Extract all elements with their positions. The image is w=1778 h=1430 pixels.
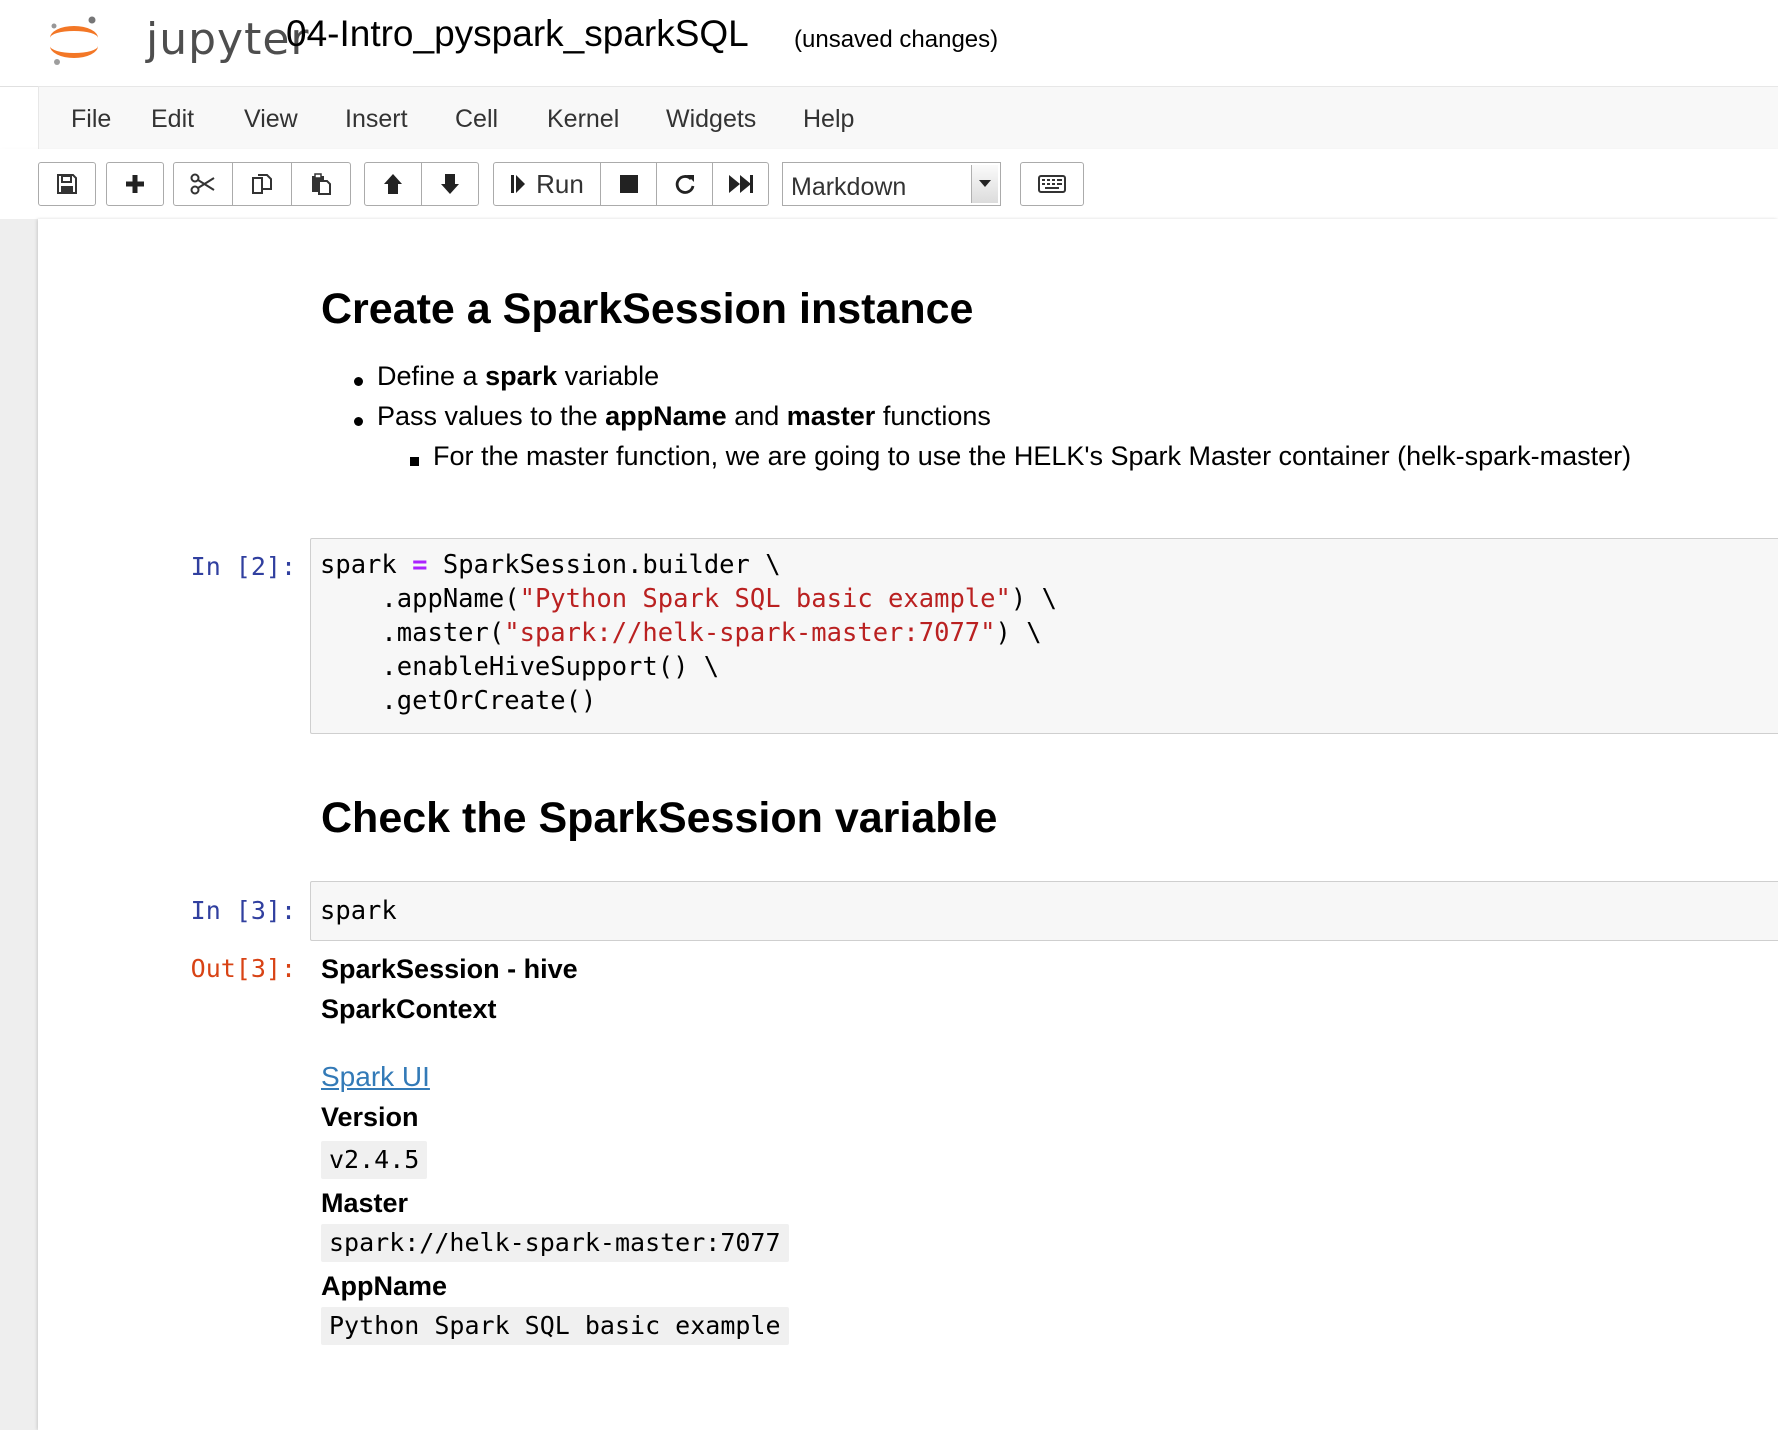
bullet [354, 377, 363, 386]
insert-cell-button[interactable] [106, 162, 164, 206]
input-prompt: In [3]: [190, 896, 296, 925]
code-line: .master("spark://helk-spark-master:7077"… [320, 618, 1042, 648]
run-all-button[interactable] [712, 162, 769, 206]
menubar: File Edit View Insert Cell Kernel Widget… [38, 86, 1778, 150]
heading-create-sparksession: Create a SparkSession instance [321, 285, 974, 333]
keyboard-icon [1038, 175, 1066, 193]
menu-cell[interactable]: Cell [455, 87, 498, 149]
toolbar: Run Markdown [0, 149, 1778, 219]
list-item: Define a spark variable [377, 361, 660, 391]
output-master-value: spark://helk-spark-master:7077 [321, 1224, 789, 1262]
code-cell-input[interactable]: spark [310, 881, 1778, 941]
code-line: .appName("Python Spark SQL basic example… [320, 584, 1057, 614]
step-forward-icon [511, 175, 526, 193]
spark-ui-link[interactable]: Spark UI [321, 1061, 430, 1093]
menu-help[interactable]: Help [803, 87, 854, 149]
notebook-container: Create a SparkSession instance Define a … [38, 219, 1778, 1430]
restart-icon [675, 175, 694, 194]
output-appname-label: AppName [321, 1271, 448, 1301]
bullet [354, 417, 363, 426]
menu-file[interactable]: File [71, 87, 111, 149]
code-line: spark = SparkSession.builder \ [320, 550, 781, 580]
move-up-button[interactable] [364, 162, 422, 206]
input-prompt: In [2]: [190, 552, 296, 581]
run-group: Run [493, 162, 769, 208]
jupyter-logo[interactable]: jupyter [44, 8, 309, 68]
menu-view[interactable]: View [244, 87, 298, 149]
header: jupyter 04-Intro_pyspark_sparkSQL (unsav… [0, 0, 1778, 87]
stop-icon [619, 175, 638, 193]
code-line: .enableHiveSupport() \ [320, 652, 720, 682]
keyboard-group [1020, 162, 1084, 208]
output-appname-value: Python Spark SQL basic example [321, 1307, 789, 1345]
run-label: Run [536, 168, 584, 199]
output-sparksession: SparkSession - hive [321, 954, 578, 984]
notebook-title[interactable]: 04-Intro_pyspark_sparkSQL [286, 13, 749, 55]
cell-type-dropdown[interactable]: Markdown [782, 162, 1001, 206]
output-version-label: Version [321, 1102, 419, 1132]
plus-icon [126, 175, 144, 193]
code-cell-input[interactable]: spark = SparkSession.builder \ .appName(… [310, 538, 1778, 734]
edit-group [173, 162, 351, 208]
menu-widgets[interactable]: Widgets [666, 87, 756, 149]
interrupt-button[interactable] [600, 162, 657, 206]
jupyter-logo-text: jupyter [146, 14, 310, 65]
cut-icon [190, 173, 215, 195]
list-item: Pass values to the appName and master fu… [377, 401, 991, 431]
save-status: (unsaved changes) [794, 26, 999, 53]
move-group [364, 162, 479, 208]
paste-button[interactable] [291, 162, 351, 206]
save-button[interactable] [38, 162, 96, 206]
menu-kernel[interactable]: Kernel [547, 87, 619, 149]
code-line: spark [320, 896, 397, 926]
output-sparkcontext: SparkContext [321, 994, 497, 1024]
move-down-button[interactable] [421, 162, 479, 206]
jupyter-logo-icon [50, 16, 98, 65]
menu-edit[interactable]: Edit [151, 87, 194, 149]
arrow-up-icon [384, 174, 402, 194]
cell-type-value: Markdown [791, 173, 907, 201]
restart-button[interactable] [656, 162, 713, 206]
save-group [38, 162, 96, 208]
chevron-down-icon [971, 165, 998, 203]
bullet [410, 457, 419, 466]
output-master-label: Master [321, 1188, 409, 1218]
output-prompt: Out[3]: [190, 954, 296, 983]
menu-insert[interactable]: Insert [345, 87, 408, 149]
insert-group [106, 162, 164, 208]
run-button[interactable]: Run [493, 162, 601, 206]
copy-icon [252, 174, 272, 194]
output-version-value: v2.4.5 [321, 1141, 428, 1179]
arrow-down-icon [441, 174, 459, 194]
command-palette-button[interactable] [1020, 162, 1084, 206]
save-icon [57, 174, 77, 194]
list-subitem: For the master function, we are going to… [433, 441, 1632, 471]
paste-icon [312, 173, 331, 195]
code-line: .getOrCreate() [320, 686, 597, 716]
cut-button[interactable] [173, 162, 233, 206]
copy-button[interactable] [232, 162, 292, 206]
heading-check-sparksession: Check the SparkSession variable [321, 794, 998, 842]
fast-forward-icon [728, 175, 753, 193]
